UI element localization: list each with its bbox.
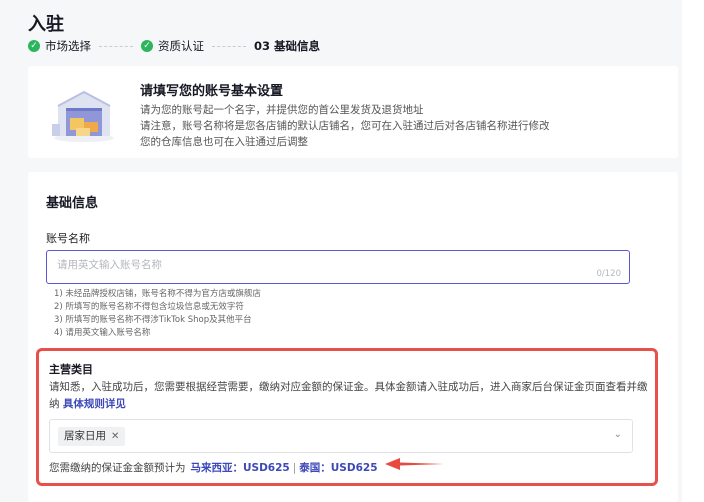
- intro-text-line: 您的仓库信息也可在入驻通过后调整: [140, 136, 308, 148]
- step-label: 市场选择: [45, 39, 91, 53]
- rule-item: 4) 请用英文输入账号名称: [54, 328, 151, 338]
- intro-text-line: 请注意，账号名称将是您各店铺的默认店铺名，您可在入驻通过后对各店铺名称进行修改: [140, 120, 550, 132]
- warehouse-illustration-icon: [52, 90, 114, 142]
- deposit-notice: 请知悉，入驻成功后，您需要根据经营需要，缴纳对应金额的保证金。具体金额请入驻成功…: [49, 379, 649, 413]
- step-market-selection: ✓ 市场选择: [28, 38, 91, 54]
- step-label: 资质认证: [158, 39, 204, 53]
- deposit-estimate: 您需缴纳的保证金金额预计为 马来西亚：USD625 | 泰国：USD625: [49, 460, 378, 475]
- category-select[interactable]: 居家日用 ✕ ⌄: [49, 419, 633, 453]
- deposit-prefix: 您需缴纳的保证金金额预计为: [49, 462, 186, 474]
- category-tag-label: 居家日用: [64, 430, 106, 442]
- step-connector: [99, 45, 133, 47]
- deposit-separator: |: [292, 461, 297, 474]
- category-tag: 居家日用 ✕: [58, 427, 126, 446]
- character-counter: 0/120: [596, 269, 622, 279]
- page-title: 入驻: [28, 14, 64, 35]
- deposit-notice-text: 请知悉，入驻成功后，您需要根据经营需要，缴纳对应金额的保证金。具体金额请入驻成功…: [49, 381, 648, 410]
- deposit-thailand: 泰国：USD625: [299, 462, 378, 474]
- deposit-malaysia: 马来西亚：USD625: [190, 462, 290, 474]
- intro-card: 请填写您的账号基本设置 请为您的账号起一个名字，并提供您的首公里发货及退货地址 …: [28, 66, 678, 158]
- rule-item: 3) 所填写的账号名称不得涉TikTok Shop及其他平台: [54, 315, 252, 325]
- main-category-highlight: 主营类目 请知悉，入驻成功后，您需要根据经营需要，缴纳对应金额的保证金。具体金额…: [36, 348, 658, 486]
- step-label: 基础信息: [274, 39, 321, 53]
- basic-info-card: 基础信息 账号名称 0/120 1) 未经品牌授权店铺，账号名称不得为官方店或旗…: [28, 172, 678, 502]
- chevron-down-icon[interactable]: ⌄: [614, 429, 622, 440]
- account-name-rules: 1) 未经品牌授权店铺，账号名称不得为官方店或旗舰店 2) 所填写的账号名称不得…: [54, 288, 261, 340]
- check-circle-icon: ✓: [141, 40, 153, 52]
- rule-item: 2) 所填写的账号名称不得包含垃圾信息或无效字符: [54, 302, 244, 312]
- account-name-label: 账号名称: [46, 232, 90, 245]
- step-basic-info: 03 基础信息: [254, 38, 320, 54]
- rule-details-link[interactable]: 具体规则详见: [63, 398, 126, 410]
- close-icon[interactable]: ✕: [111, 427, 119, 446]
- red-arrow-icon: [385, 458, 444, 470]
- account-name-input[interactable]: [57, 259, 557, 271]
- rule-item: 1) 未经品牌授权店铺，账号名称不得为官方店或旗舰店: [54, 289, 261, 299]
- step-qualification: ✓ 资质认证: [141, 38, 204, 54]
- section-title: 基础信息: [46, 196, 99, 211]
- page-margin: [682, 0, 704, 502]
- account-name-field[interactable]: 0/120: [46, 250, 630, 284]
- intro-title: 请填写您的账号基本设置: [140, 84, 284, 99]
- intro-text-line: 请为您的账号起一个名字，并提供您的首公里发货及退货地址: [140, 104, 424, 116]
- step-connector: [212, 45, 246, 47]
- step-indicator: ✓ 市场选择 ✓ 资质认证 03 基础信息: [28, 38, 320, 54]
- step-number: 03: [254, 39, 271, 53]
- main-category-label: 主营类目: [49, 363, 93, 376]
- check-circle-icon: ✓: [28, 40, 40, 52]
